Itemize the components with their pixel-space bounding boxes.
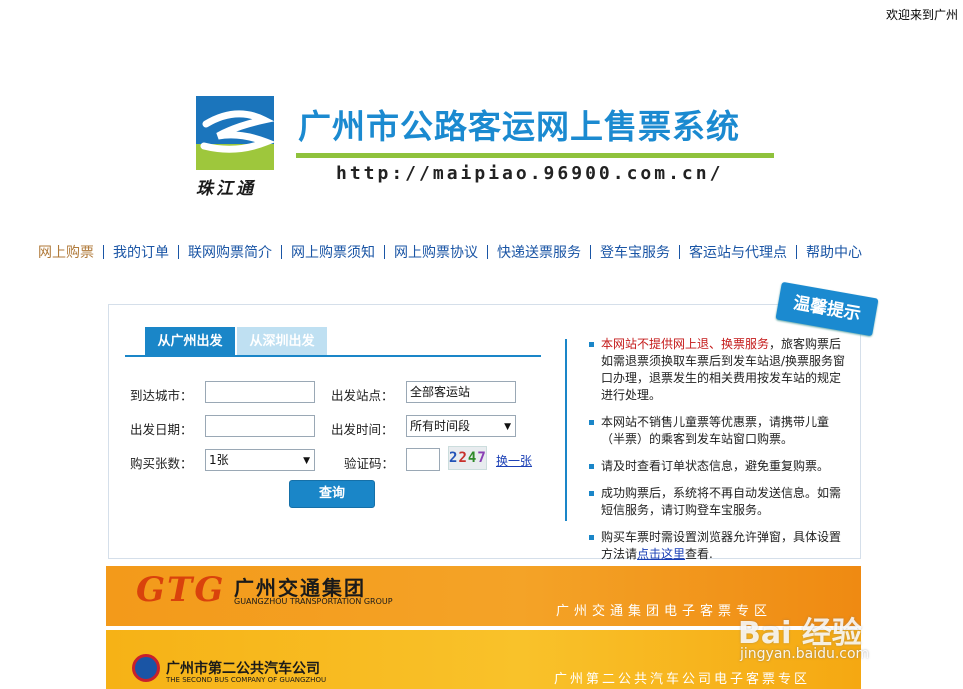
site-url: http://maipiao.96900.com.cn/ [336,163,724,184]
captcha-image[interactable]: 2247 [448,446,487,470]
site-title: 广州市公路客运网上售票系统 [298,107,740,146]
departure-date-label: 出发日期： [130,422,193,437]
gtg-logo: GTG [136,570,226,610]
tip-sms-service: 成功购票后，系统将不再自动发送信息。如需短信服务，请订购登车宝服务。 [601,486,842,517]
nav-dengchebao[interactable]: 登车宝服务 [600,242,670,262]
tip-item: 本网站不销售儿童票等优惠票，请携带儿童（半票）的乘客到发车站窗口购票。 [589,414,847,448]
captcha-input[interactable] [406,448,440,471]
bullet-square-icon [589,420,594,425]
ticket-search-panel: 从广州出发 从深圳出发 到达城市： 出发站点： 全部客运站 出发日期： 出发时间… [108,304,861,561]
tip-item: 成功购票后，系统将不再自动发送信息。如需短信服务，请订购登车宝服务。 [589,485,847,519]
gtg-english-name: GUANGZHOU TRANSPORTATION GROUP [234,597,393,606]
arrival-city-input[interactable] [205,381,315,403]
departure-time-label: 出发时间： [331,422,394,437]
captcha-label: 验证码： [344,456,395,471]
panel-divider [565,339,567,521]
nav-network-intro[interactable]: 联网购票简介 [188,242,272,262]
tip-order-status: 请及时查看订单状态信息，避免重复购票。 [601,459,830,473]
tip-item: 请及时查看订单状态信息，避免重复购票。 [589,458,847,475]
nav-help-center[interactable]: 帮助中心 [806,242,862,262]
bus-company-name: 广州市第二公共汽车公司 [166,661,320,677]
title-underline [296,153,774,158]
ticket-count-select[interactable]: 1张 ▼ [205,449,315,471]
tab-from-guangzhou[interactable]: 从广州出发 [145,327,235,355]
nav-my-orders[interactable]: 我的订单 [113,242,169,262]
refresh-captcha-link[interactable]: 换一张 [496,452,532,469]
logo-mark-icon [196,96,274,170]
departure-station-input[interactable]: 全部客运站 [406,381,516,403]
bus-company-english-name: THE SECOND BUS COMPANY OF GUANGZHOU [166,676,327,684]
departure-tabs: 从广州出发 从深圳出发 [125,327,541,357]
bullet-square-icon [589,342,594,347]
departure-station-label: 出发站点： [331,388,394,403]
welcome-text: 欢迎来到广州 [886,8,959,22]
watermark-url: jingyan.baidu.com [740,646,870,662]
departure-time-select[interactable]: 所有时间段 ▼ [406,415,516,437]
nav-express-delivery[interactable]: 快递送票服务 [497,242,581,262]
departure-time-value: 所有时间段 [410,419,471,433]
bullet-square-icon [589,491,594,496]
tip-popup-post: 查看. [685,547,713,561]
bullet-square-icon [589,464,594,469]
tip-child-ticket: 本网站不销售儿童票等优惠票，请携带儿童（半票）的乘客到发车站窗口购票。 [601,415,830,446]
nav-online-purchase[interactable]: 网上购票 [38,242,94,262]
bullet-square-icon [589,535,594,540]
tip-item: 购买车票时需设置浏览器允许弹窗，具体设置方法请点击这里查看. [589,529,847,563]
dropdown-arrow-icon: ▼ [504,422,511,432]
baidu-jingyan-watermark: Bai 经验 jingyan.baidu.com [738,608,963,689]
departure-date-input[interactable] [205,415,315,437]
nav-stations-agents[interactable]: 客运站与代理点 [689,242,787,262]
nav-purchase-agreement[interactable]: 网上购票协议 [394,242,478,262]
tip-refund-notice: 本网站不提供网上退、换票服务 [601,337,770,351]
logo-text: 珠江通 [196,179,256,199]
nav-purchase-notice[interactable]: 网上购票须知 [291,242,375,262]
ticket-count-label: 购买张数： [130,456,193,471]
ticket-count-value: 1张 [209,453,229,467]
dropdown-arrow-icon: ▼ [303,456,310,466]
tip-item: 本网站不提供网上退、换票服务，旅客购票后如需退票须换取车票后到发车站退/换票服务… [589,336,847,404]
main-nav: 网上购票 我的订单 联网购票简介 网上购票须知 网上购票协议 快递送票服务 登车… [38,242,862,262]
tab-from-shenzhen[interactable]: 从深圳出发 [237,327,327,355]
zhujiangtong-logo: 珠江通 [196,96,274,199]
query-button[interactable]: 查询 [289,480,375,508]
bus-company-logo-icon [132,654,160,682]
tips-list: 本网站不提供网上退、换票服务，旅客购票后如需退票须换取车票后到发车站退/换票服务… [589,336,847,573]
popup-settings-link[interactable]: 点击这里 [637,547,685,561]
arrival-city-label: 到达城市： [130,388,193,403]
